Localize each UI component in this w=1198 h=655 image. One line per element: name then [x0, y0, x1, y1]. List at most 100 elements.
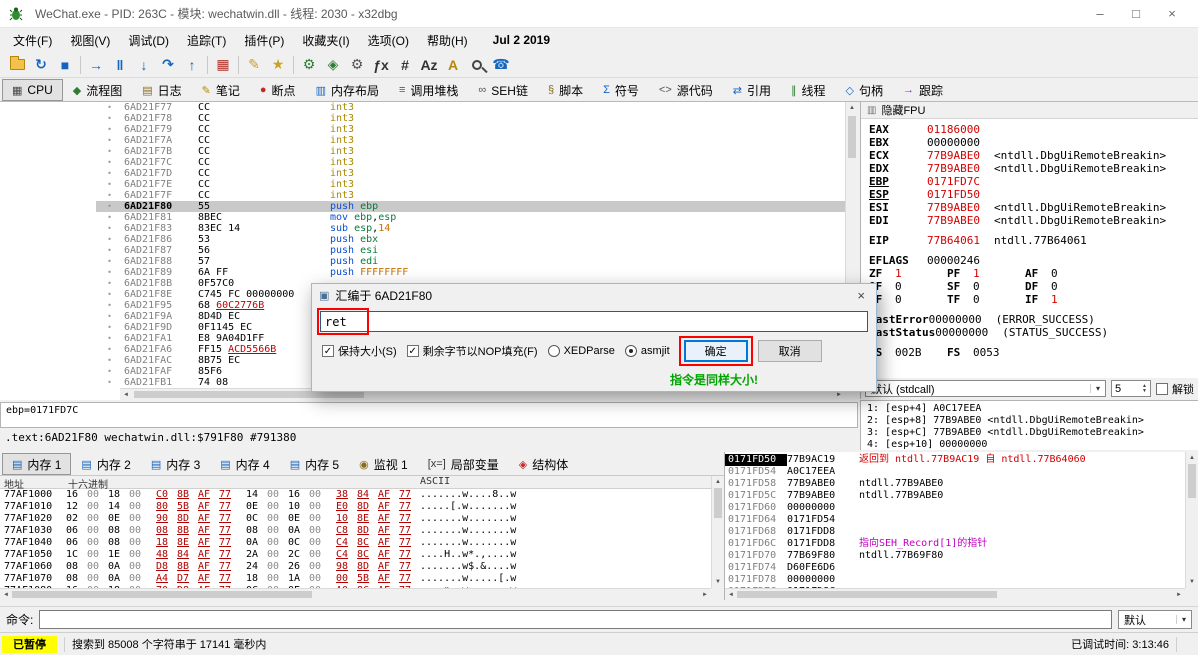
disasm-row-6AD21F86[interactable]: •6AD21F8653push ebx — [0, 234, 845, 245]
dump-vertical-scrollbar[interactable]: ▲ ▼ — [711, 476, 724, 588]
dump-row-77AF1030[interactable]: 77AF103006000800088BAF7708000A00C88DAF77… — [0, 525, 711, 537]
tab-notes[interactable]: ✎笔记 — [192, 79, 250, 101]
asmjit-radio[interactable]: asmjit — [625, 345, 670, 357]
favourites-icon[interactable]: ★ — [266, 54, 290, 76]
tab-seh[interactable]: ∞SEH链 — [468, 79, 538, 101]
stack-row-0171FD5C[interactable]: 0171FD5C77B9ABE0ntdll.77B9ABE0 — [725, 490, 1186, 502]
stack-pane[interactable]: 0171FD5077B9AC19返回到 ntdll.77B9AC19 自 ntd… — [724, 452, 1198, 600]
menu-trace[interactable]: 追踪(T) — [178, 28, 235, 53]
tab-script[interactable]: §脚本 — [538, 79, 593, 101]
tab-threads[interactable]: ∥线程 — [781, 79, 836, 101]
stack-row-0171FD58[interactable]: 0171FD5877B9ABE0ntdll.77B9ABE0 — [725, 478, 1186, 490]
open-file-icon[interactable] — [5, 54, 29, 76]
dump-tab-locals[interactable]: [x=]局部变量 — [418, 453, 509, 475]
dump-row-77AF1070[interactable]: 77AF107008000A00A4D7AF7718001A00005BAF77… — [0, 573, 711, 585]
dump-row-77AF1050[interactable]: 77AF10501C001E004884AF772A002C00C48CAF77… — [0, 549, 711, 561]
chevron-down-icon[interactable]: ▾ — [1176, 615, 1186, 624]
stack-row-0171FD64[interactable]: 0171FD640171FD54 — [725, 514, 1186, 526]
menu-view[interactable]: 视图(V) — [61, 28, 119, 53]
stack-row-0171FD70[interactable]: 0171FD7077B69F80ntdll.77B69F80 — [725, 550, 1186, 562]
run-icon[interactable]: → — [84, 54, 108, 76]
disasm-row-6AD21F7A[interactable]: •6AD21F7ACCint3 — [0, 135, 845, 146]
memory-dump-pane[interactable]: 地址 十六进制 ASCII 77AF100016001800C08BAF7714… — [0, 476, 724, 600]
dump-row-77AF1000[interactable]: 77AF100016001800C08BAF77140016003884AF77… — [0, 489, 711, 501]
shield-icon[interactable]: ◈ — [321, 54, 345, 76]
tab-call-stack[interactable]: ≡调用堆栈 — [389, 79, 468, 101]
disasm-row-6AD21F79[interactable]: •6AD21F79CCint3 — [0, 124, 845, 135]
scroll-down-arrow[interactable]: ▼ — [1186, 577, 1198, 587]
command-input[interactable] — [39, 610, 1112, 629]
dump-tab-memory-1[interactable]: ▤内存 1 — [2, 453, 71, 475]
dump-tab-memory-5[interactable]: ▤内存 5 — [280, 453, 349, 475]
disasm-row-6AD21F78[interactable]: •6AD21F78CCint3 — [0, 113, 845, 124]
tab-references[interactable]: ⇄引用 — [723, 79, 781, 101]
cancel-button[interactable]: 取消 — [758, 340, 822, 362]
menu-options[interactable]: 选项(O) — [359, 28, 418, 53]
scroll-left-arrow[interactable]: ◄ — [726, 589, 736, 600]
disasm-row-6AD21F7B[interactable]: •6AD21F7BCCint3 — [0, 146, 845, 157]
dump-tab-watch-1[interactable]: ◉监视 1 — [349, 453, 418, 475]
dump-row-77AF1020[interactable]: 77AF102002000E00908DAF770C000E00108EAF77… — [0, 513, 711, 525]
stop-icon[interactable]: ■ — [53, 54, 77, 76]
disasm-row-6AD21F88[interactable]: •6AD21F8857push edi — [0, 256, 845, 267]
menu-favourites[interactable]: 收藏夹(I) — [293, 28, 358, 53]
dump-tab-memory-4[interactable]: ▤内存 4 — [210, 453, 279, 475]
dump-tab-memory-2[interactable]: ▤内存 2 — [71, 453, 140, 475]
checkbox-box[interactable] — [1156, 383, 1168, 395]
xedparse-radio[interactable]: XEDParse — [548, 345, 615, 357]
disasm-row-6AD21F81[interactable]: •6AD21F818BECmov ebp,esp — [0, 212, 845, 223]
scroll-up-arrow[interactable]: ▲ — [846, 103, 858, 113]
gears-icon[interactable]: ⚙ — [297, 54, 321, 76]
disasm-row-6AD21F80[interactable]: •6AD21F8055push ebp — [0, 201, 845, 212]
hide-fpu-button[interactable]: ▥ 隐藏FPU — [861, 102, 1198, 119]
disasm-row-6AD21F7E[interactable]: •6AD21F7ECCint3 — [0, 179, 845, 190]
stack-horizontal-scrollbar[interactable]: ◄ ► — [725, 588, 1185, 600]
dump-tab-struct[interactable]: ◈结构体 — [509, 453, 578, 475]
dialog-close-icon[interactable]: × — [853, 288, 869, 303]
stack-row-0171FD74[interactable]: 0171FD74D60FE6D6 — [725, 562, 1186, 574]
step-over-icon[interactable]: ↷ — [156, 54, 180, 76]
assembly-instruction-input[interactable] — [320, 311, 868, 332]
stack-row-0171FD60[interactable]: 0171FD6000000000 — [725, 502, 1186, 514]
disasm-row-6AD21F87[interactable]: •6AD21F8756push esi — [0, 245, 845, 256]
stack-row-0171FD50[interactable]: 0171FD5077B9AC19返回到 ntdll.77B9AC19 自 ntd… — [725, 454, 1186, 466]
scroll-up-arrow[interactable]: ▲ — [712, 477, 724, 487]
keep-size-checkbox[interactable]: ✓ 保持大小(S) — [322, 343, 397, 359]
dump-tab-memory-3[interactable]: ▤内存 3 — [141, 453, 210, 475]
calculator-fx-icon[interactable]: ƒx — [369, 54, 393, 76]
scroll-left-arrow[interactable]: ◄ — [121, 389, 131, 400]
disasm-row-6AD21F83[interactable]: •6AD21F8383EC 14sub esp,14 — [0, 223, 845, 234]
registers-pane[interactable]: ▥ 隐藏FPU EAX01186000EBX00000000ECX77B9ABE… — [860, 102, 1198, 378]
pause-icon[interactable]: ‖ — [108, 54, 132, 76]
radio-selected-icon[interactable] — [625, 345, 637, 357]
tab-source[interactable]: <>源代码 — [649, 79, 723, 101]
menu-debug[interactable]: 调试(D) — [119, 28, 178, 53]
ok-button[interactable]: 确定 — [684, 340, 748, 362]
disasm-row-6AD21F77[interactable]: •6AD21F77CCint3 — [0, 102, 845, 113]
scrollbar-thumb[interactable] — [134, 391, 364, 398]
arguments-pane[interactable]: 1: [esp+4] A0C17EEA2: [esp+8] 77B9ABE0 <… — [860, 400, 1198, 450]
dump-row-77AF1060[interactable]: 77AF106008000A00D88BAF7724002600988DAF77… — [0, 561, 711, 573]
dump-row-77AF1040[interactable]: 77AF104006000800188EAF770A000C00C48CAF77… — [0, 537, 711, 549]
fill-nop-checkbox[interactable]: ✓ 剩余字节以NOP填充(F) — [407, 343, 538, 359]
command-profile-select[interactable]: 默认 ▾ — [1118, 610, 1192, 629]
restart-icon[interactable]: ↻ — [29, 54, 53, 76]
scrollbar-thumb[interactable] — [12, 591, 312, 598]
spinner-arrows[interactable]: ▲ ▼ — [1142, 384, 1147, 394]
stack-row-0171FD6C[interactable]: 0171FD6C0171FDD8指向SEH_Record[1]的指针 — [725, 538, 1186, 550]
chevron-down-icon[interactable]: ▾ — [1090, 384, 1100, 393]
maximize-button[interactable]: □ — [1118, 1, 1154, 27]
scrollbar-thumb[interactable] — [848, 116, 856, 158]
calling-convention-select[interactable]: 默认 (stdcall) ▾ — [865, 380, 1106, 397]
tab-graph[interactable]: ◆流程图 — [63, 79, 132, 101]
menu-file[interactable]: 文件(F) — [4, 28, 61, 53]
checkbox-check-icon[interactable]: ✓ — [322, 345, 334, 357]
search-icon[interactable] — [465, 54, 489, 76]
scrollbar-thumb[interactable] — [714, 488, 722, 518]
disasm-row-6AD21F7F[interactable]: •6AD21F7FCCint3 — [0, 190, 845, 201]
scroll-left-arrow[interactable]: ◄ — [1, 589, 11, 600]
hash-icon[interactable]: # — [393, 54, 417, 76]
scroll-right-arrow[interactable]: ► — [700, 589, 710, 600]
arg-count-spinner[interactable]: 5 ▲ ▼ — [1111, 380, 1151, 397]
strings-az-icon[interactable]: Az — [417, 54, 441, 76]
